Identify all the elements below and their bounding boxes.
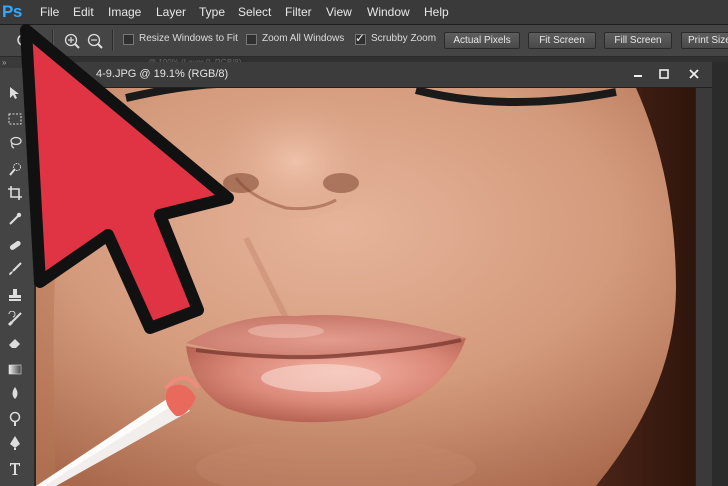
history-brush-tool-icon[interactable]: [3, 308, 27, 330]
document-title: 4-9.JPG @ 19.1% (RGB/8): [96, 68, 229, 80]
menu-type[interactable]: Type: [197, 0, 227, 24]
pen-tool-icon[interactable]: [3, 432, 27, 454]
menu-filter[interactable]: Filter: [283, 0, 314, 24]
zoom-tool-icon[interactable]: [14, 31, 34, 51]
maximize-icon[interactable]: [650, 65, 678, 83]
photo-lips-lip-gloss[interactable]: [36, 88, 712, 486]
print-size-button[interactable]: Print Size: [681, 32, 728, 49]
options-separator: [112, 30, 114, 51]
menu-bar: Ps File Edit Image Layer Type Select Fil…: [0, 0, 728, 25]
resize-windows-checkbox[interactable]: [123, 34, 134, 45]
dodge-tool-icon[interactable]: [3, 408, 27, 430]
scrubby-zoom-checkbox[interactable]: [355, 31, 366, 45]
actual-pixels-button[interactable]: Actual Pixels: [444, 32, 520, 49]
move-tool-icon[interactable]: [3, 82, 27, 104]
document-titlebar[interactable]: 4-9.JPG @ 19.1% (RGB/8): [36, 62, 712, 88]
vertical-scrollbar[interactable]: [695, 88, 712, 486]
minimize-icon[interactable]: [624, 65, 652, 83]
menu-image[interactable]: Image: [106, 0, 143, 24]
photoshop-logo[interactable]: Ps: [2, 1, 28, 23]
quick-selection-tool-icon[interactable]: [3, 158, 27, 180]
fit-screen-button[interactable]: Fit Screen: [528, 32, 596, 49]
type-tool-icon[interactable]: [3, 458, 27, 480]
menu-window[interactable]: Window: [365, 0, 412, 24]
zoom-out-icon[interactable]: [85, 31, 105, 51]
spot-healing-tool-icon[interactable]: [3, 234, 27, 256]
close-icon[interactable]: [680, 65, 708, 83]
crop-tool-icon[interactable]: [3, 182, 27, 204]
menu-select[interactable]: Select: [236, 0, 273, 24]
clone-stamp-tool-icon[interactable]: [3, 284, 27, 306]
options-separator: [52, 30, 54, 51]
workspace-background: [712, 62, 728, 486]
tools-panel: [0, 68, 35, 486]
fill-screen-button[interactable]: Fill Screen: [604, 32, 672, 49]
menu-file[interactable]: File: [38, 0, 61, 24]
zoom-all-windows-checkbox[interactable]: [246, 34, 257, 45]
menu-view[interactable]: View: [324, 0, 354, 24]
brush-tool-icon[interactable]: [3, 258, 27, 280]
options-bar: Resize Windows to Fit Zoom All Windows S…: [0, 25, 728, 57]
zoom-in-icon[interactable]: [62, 31, 82, 51]
marquee-tool-icon[interactable]: [3, 108, 27, 130]
resize-windows-label: Resize Windows to Fit: [139, 33, 238, 44]
eyedropper-tool-icon[interactable]: [3, 208, 27, 230]
document-window: 4-9.JPG @ 19.1% (RGB/8): [36, 62, 712, 486]
blur-tool-icon[interactable]: [3, 382, 27, 404]
eraser-tool-icon[interactable]: [3, 332, 27, 354]
menu-layer[interactable]: Layer: [154, 0, 188, 24]
menu-help[interactable]: Help: [422, 0, 451, 24]
panel-collapse-toggle[interactable]: »: [0, 57, 34, 68]
menu-edit[interactable]: Edit: [71, 0, 96, 24]
gradient-tool-icon[interactable]: [3, 358, 27, 380]
scrubby-zoom-label: Scrubby Zoom: [371, 33, 437, 44]
lasso-tool-icon[interactable]: [3, 132, 27, 154]
zoom-all-windows-label: Zoom All Windows: [262, 33, 345, 44]
